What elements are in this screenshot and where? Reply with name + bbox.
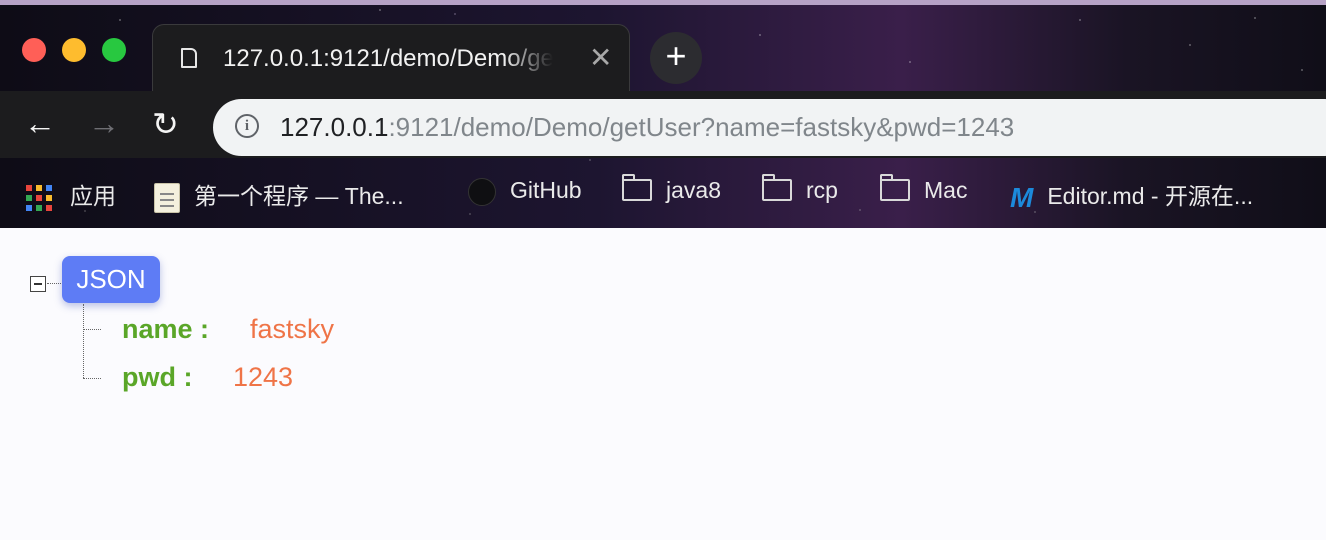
editor-md-icon: M	[1010, 181, 1034, 213]
bookmark-label: rcp	[806, 177, 838, 203]
folder-icon	[880, 173, 910, 201]
json-key-pwd: pwd :	[122, 362, 193, 392]
bookmarks-bar: 应用 第一个程序 — The... GitHub java8 rcp Mac M…	[0, 158, 1326, 228]
browser-toolbar: ← → ↻ i 127.0.0.1:9121/demo/Demo/getUser…	[0, 91, 1326, 158]
window-maximize-button[interactable]	[102, 38, 126, 62]
bookmark-folder-mac[interactable]: Mac	[880, 173, 968, 207]
tab-close-icon[interactable]: ✕	[589, 41, 612, 74]
bookmark-label: GitHub	[510, 177, 582, 203]
window-top-edge	[0, 0, 1326, 5]
window-minimize-button[interactable]	[62, 38, 86, 62]
bookmark-label: Mac	[924, 177, 968, 203]
github-icon	[468, 177, 496, 206]
url-path: :9121/demo/Demo/getUser?name=fastsky&pwd…	[388, 112, 1015, 142]
bookmark-github[interactable]: GitHub	[468, 177, 582, 207]
collapse-toggle-icon[interactable]	[30, 276, 46, 292]
bookmark-folder-java8[interactable]: java8	[622, 173, 721, 207]
tree-connector	[83, 378, 101, 379]
folder-icon	[622, 173, 652, 201]
note-icon	[154, 182, 180, 213]
document-icon	[181, 48, 197, 68]
folder-icon	[762, 173, 792, 201]
json-value-pwd: 1243	[233, 362, 294, 392]
bookmark-label: 第一个程序 — The...	[194, 183, 404, 209]
site-info-icon[interactable]: i	[235, 114, 259, 138]
new-tab-button[interactable]: +	[650, 32, 702, 84]
window-close-button[interactable]	[22, 38, 46, 62]
bookmark-apps[interactable]: 应用	[26, 177, 116, 211]
bookmark-label: Editor.md - 开源在...	[1047, 183, 1254, 209]
tree-connector	[47, 283, 63, 284]
tree-connector	[83, 329, 101, 330]
json-root-badge[interactable]: JSON	[62, 256, 160, 303]
bookmark-label: 应用	[70, 183, 116, 209]
apps-grid-icon	[26, 184, 52, 211]
json-key-name: name :	[122, 314, 210, 344]
tree-connector	[83, 304, 84, 378]
browser-chrome: 127.0.0.1:9121/demo/Demo/getUser ✕ + ← →…	[0, 0, 1326, 228]
browser-tab[interactable]: 127.0.0.1:9121/demo/Demo/getUser ✕	[152, 24, 630, 91]
tab-title: 127.0.0.1:9121/demo/Demo/getUser	[223, 45, 553, 72]
back-arrow-icon[interactable]: ←	[24, 105, 56, 142]
bookmark-folder-rcp[interactable]: rcp	[762, 173, 838, 207]
address-bar[interactable]: i 127.0.0.1:9121/demo/Demo/getUser?name=…	[213, 99, 1326, 156]
bookmark-first-program[interactable]: 第一个程序 — The...	[154, 177, 404, 213]
json-viewer: JSON name : fastsky pwd : 1243	[0, 228, 1326, 540]
bookmark-label: java8	[666, 177, 721, 203]
json-value-name: fastsky	[250, 314, 335, 344]
reload-icon[interactable]: ↻	[152, 105, 179, 143]
bookmark-editor-md[interactable]: M Editor.md - 开源在...	[1010, 177, 1254, 213]
url-text[interactable]: 127.0.0.1:9121/demo/Demo/getUser?name=fa…	[280, 112, 1014, 143]
forward-arrow-icon[interactable]: →	[88, 105, 120, 142]
url-host: 127.0.0.1	[280, 112, 389, 142]
